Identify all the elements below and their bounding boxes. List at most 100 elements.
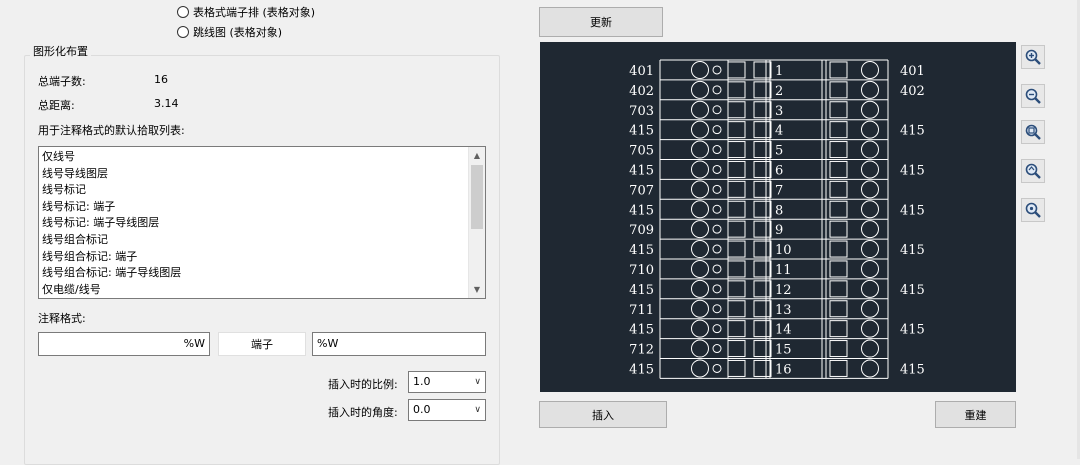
terminal-box-icon (753, 260, 772, 278)
list-item[interactable]: 仅电缆/线号 (41, 282, 468, 298)
terminal-circle-icon (691, 279, 709, 298)
jumper-diagram-option[interactable]: 跳线图 (表格对象) (177, 24, 282, 40)
update-button[interactable]: 更新 (539, 7, 663, 37)
table-terminal-label: 表格式端子排 (表格对象) (193, 6, 316, 19)
terminal-box-icon (753, 200, 772, 218)
terminal-small-circle-icon (712, 363, 722, 373)
terminal-circle-icon (691, 60, 709, 79)
terminal-box-icon (753, 141, 772, 159)
terminal-box-icon (829, 121, 848, 139)
radio-button[interactable] (177, 6, 189, 18)
terminal-circle-icon (861, 140, 879, 159)
terminal-circle-icon (861, 319, 879, 338)
list-item[interactable]: 线号组合标记: 端子 (41, 249, 468, 266)
terminal-circle-icon (861, 279, 879, 298)
list-item[interactable]: 线号导线图层 (41, 166, 468, 183)
terminal-small-circle-icon (712, 65, 722, 75)
terminal-circle-icon (691, 220, 709, 239)
terminal-box-icon (829, 61, 848, 79)
rebuild-button[interactable]: 重建 (935, 401, 1016, 428)
pick-list-scrollbar[interactable]: ▲ ▼ (468, 147, 485, 298)
list-item[interactable]: 线号标记: 端子 (41, 199, 468, 216)
terminal-circle-icon (691, 200, 709, 219)
terminal-number: 2 (775, 84, 783, 99)
terminal-circle-icon (861, 359, 879, 378)
list-item[interactable]: 仅线号 (41, 149, 468, 166)
terminal-box-icon (727, 359, 746, 377)
terminal-box-icon (727, 220, 746, 238)
chevron-down-icon[interactable]: ∨ (474, 400, 481, 420)
terminal-circle-icon (861, 120, 879, 139)
zoom-window-button[interactable] (1021, 120, 1045, 144)
zoom-extents-button[interactable] (1021, 198, 1045, 222)
terminal-number: 3 (775, 104, 783, 119)
terminal-circle-icon (691, 180, 709, 199)
zoom-window-icon (1025, 124, 1041, 140)
terminal-circle-icon (691, 100, 709, 119)
layout-group-title: 图形化布置 (30, 43, 91, 59)
scroll-thumb[interactable] (471, 165, 483, 229)
terminal-number: 5 (775, 144, 783, 159)
list-item[interactable]: 线号组合标记: 端子导线图层 (41, 265, 468, 282)
terminal-box-icon (829, 359, 848, 377)
terminal-circle-icon (861, 200, 879, 219)
terminal-number: 1 (775, 64, 783, 79)
scroll-up-icon[interactable]: ▲ (469, 147, 485, 164)
annotation-right-input[interactable]: %W (312, 332, 486, 356)
chevron-down-icon[interactable]: ∨ (474, 372, 481, 392)
terminal-circle-icon (691, 339, 709, 358)
angle-combo[interactable]: 0.0 ∨ (408, 399, 486, 421)
scroll-down-icon[interactable]: ▼ (469, 281, 485, 298)
zoom-previous-button[interactable] (1021, 159, 1045, 183)
terminal-small-circle-icon (712, 284, 722, 294)
wire-label-left: 415 (629, 362, 654, 377)
wire-label-right: 415 (900, 362, 925, 377)
terminal-small-circle-icon (712, 344, 722, 354)
terminal-number: 4 (775, 124, 783, 139)
table-terminal-option[interactable]: 表格式端子排 (表格对象) (177, 4, 315, 20)
terminal-circle-icon (861, 259, 879, 278)
list-item[interactable]: 线号标记: 端子导线图层 (41, 215, 468, 232)
wire-label-left: 402 (629, 84, 654, 99)
zoom-previous-icon (1025, 163, 1041, 179)
list-item[interactable]: 线号标记 (41, 182, 468, 199)
terminal-small-circle-icon (712, 204, 722, 214)
pick-list-label: 用于注释格式的默认拾取列表: (38, 124, 185, 137)
terminal-circle-icon (861, 299, 879, 318)
terminal-box-icon (727, 81, 746, 99)
terminal-box-icon (727, 200, 746, 218)
terminal-circle-icon (691, 120, 709, 139)
terminal-number: 12 (775, 283, 792, 298)
terminal-box-icon (753, 81, 772, 99)
terminal-number: 10 (775, 243, 792, 258)
insert-button[interactable]: 插入 (539, 401, 667, 428)
zoom-out-button[interactable] (1021, 84, 1045, 108)
terminal-circle-icon (691, 319, 709, 338)
terminal-box-icon (829, 141, 848, 159)
terminal-preview-canvas[interactable]: 401 1 401 402 2 402 703 3 415 4 415 705 5 415 6 415 707 7… (540, 42, 1016, 392)
annotation-center-label: 端子 (218, 332, 306, 356)
scale-value: 1.0 (413, 375, 431, 388)
radio-button[interactable] (177, 26, 189, 38)
total-terminals-label: 总端子数: (38, 75, 86, 88)
total-terminals-value: 16 (154, 73, 168, 86)
terminal-number: 15 (775, 343, 792, 358)
list-item[interactable]: 线号组合标记 (41, 232, 468, 249)
terminal-box-icon (727, 61, 746, 79)
zoom-in-button[interactable] (1021, 45, 1045, 69)
annotation-left-input[interactable]: %W (38, 332, 210, 356)
wire-label-right: 402 (900, 84, 925, 99)
terminal-box-icon (829, 81, 848, 99)
terminal-small-circle-icon (712, 164, 722, 174)
terminal-small-circle-icon (712, 244, 722, 254)
scale-combo[interactable]: 1.0 ∨ (408, 371, 486, 393)
terminal-small-circle-icon (712, 125, 722, 135)
terminal-box-icon (753, 160, 772, 178)
zoom-out-icon (1025, 88, 1041, 104)
terminal-circle-icon (861, 339, 879, 358)
terminal-small-circle-icon (712, 224, 722, 234)
pick-list[interactable]: 仅线号 线号导线图层 线号标记 线号标记: 端子 线号标记: 端子导线图层 线号组合标记线… (38, 146, 486, 299)
list-item[interactable]: 电缆/线号导线图层 (41, 298, 468, 299)
wire-label-right: 415 (900, 124, 925, 139)
terminal-small-circle-icon (712, 264, 722, 274)
